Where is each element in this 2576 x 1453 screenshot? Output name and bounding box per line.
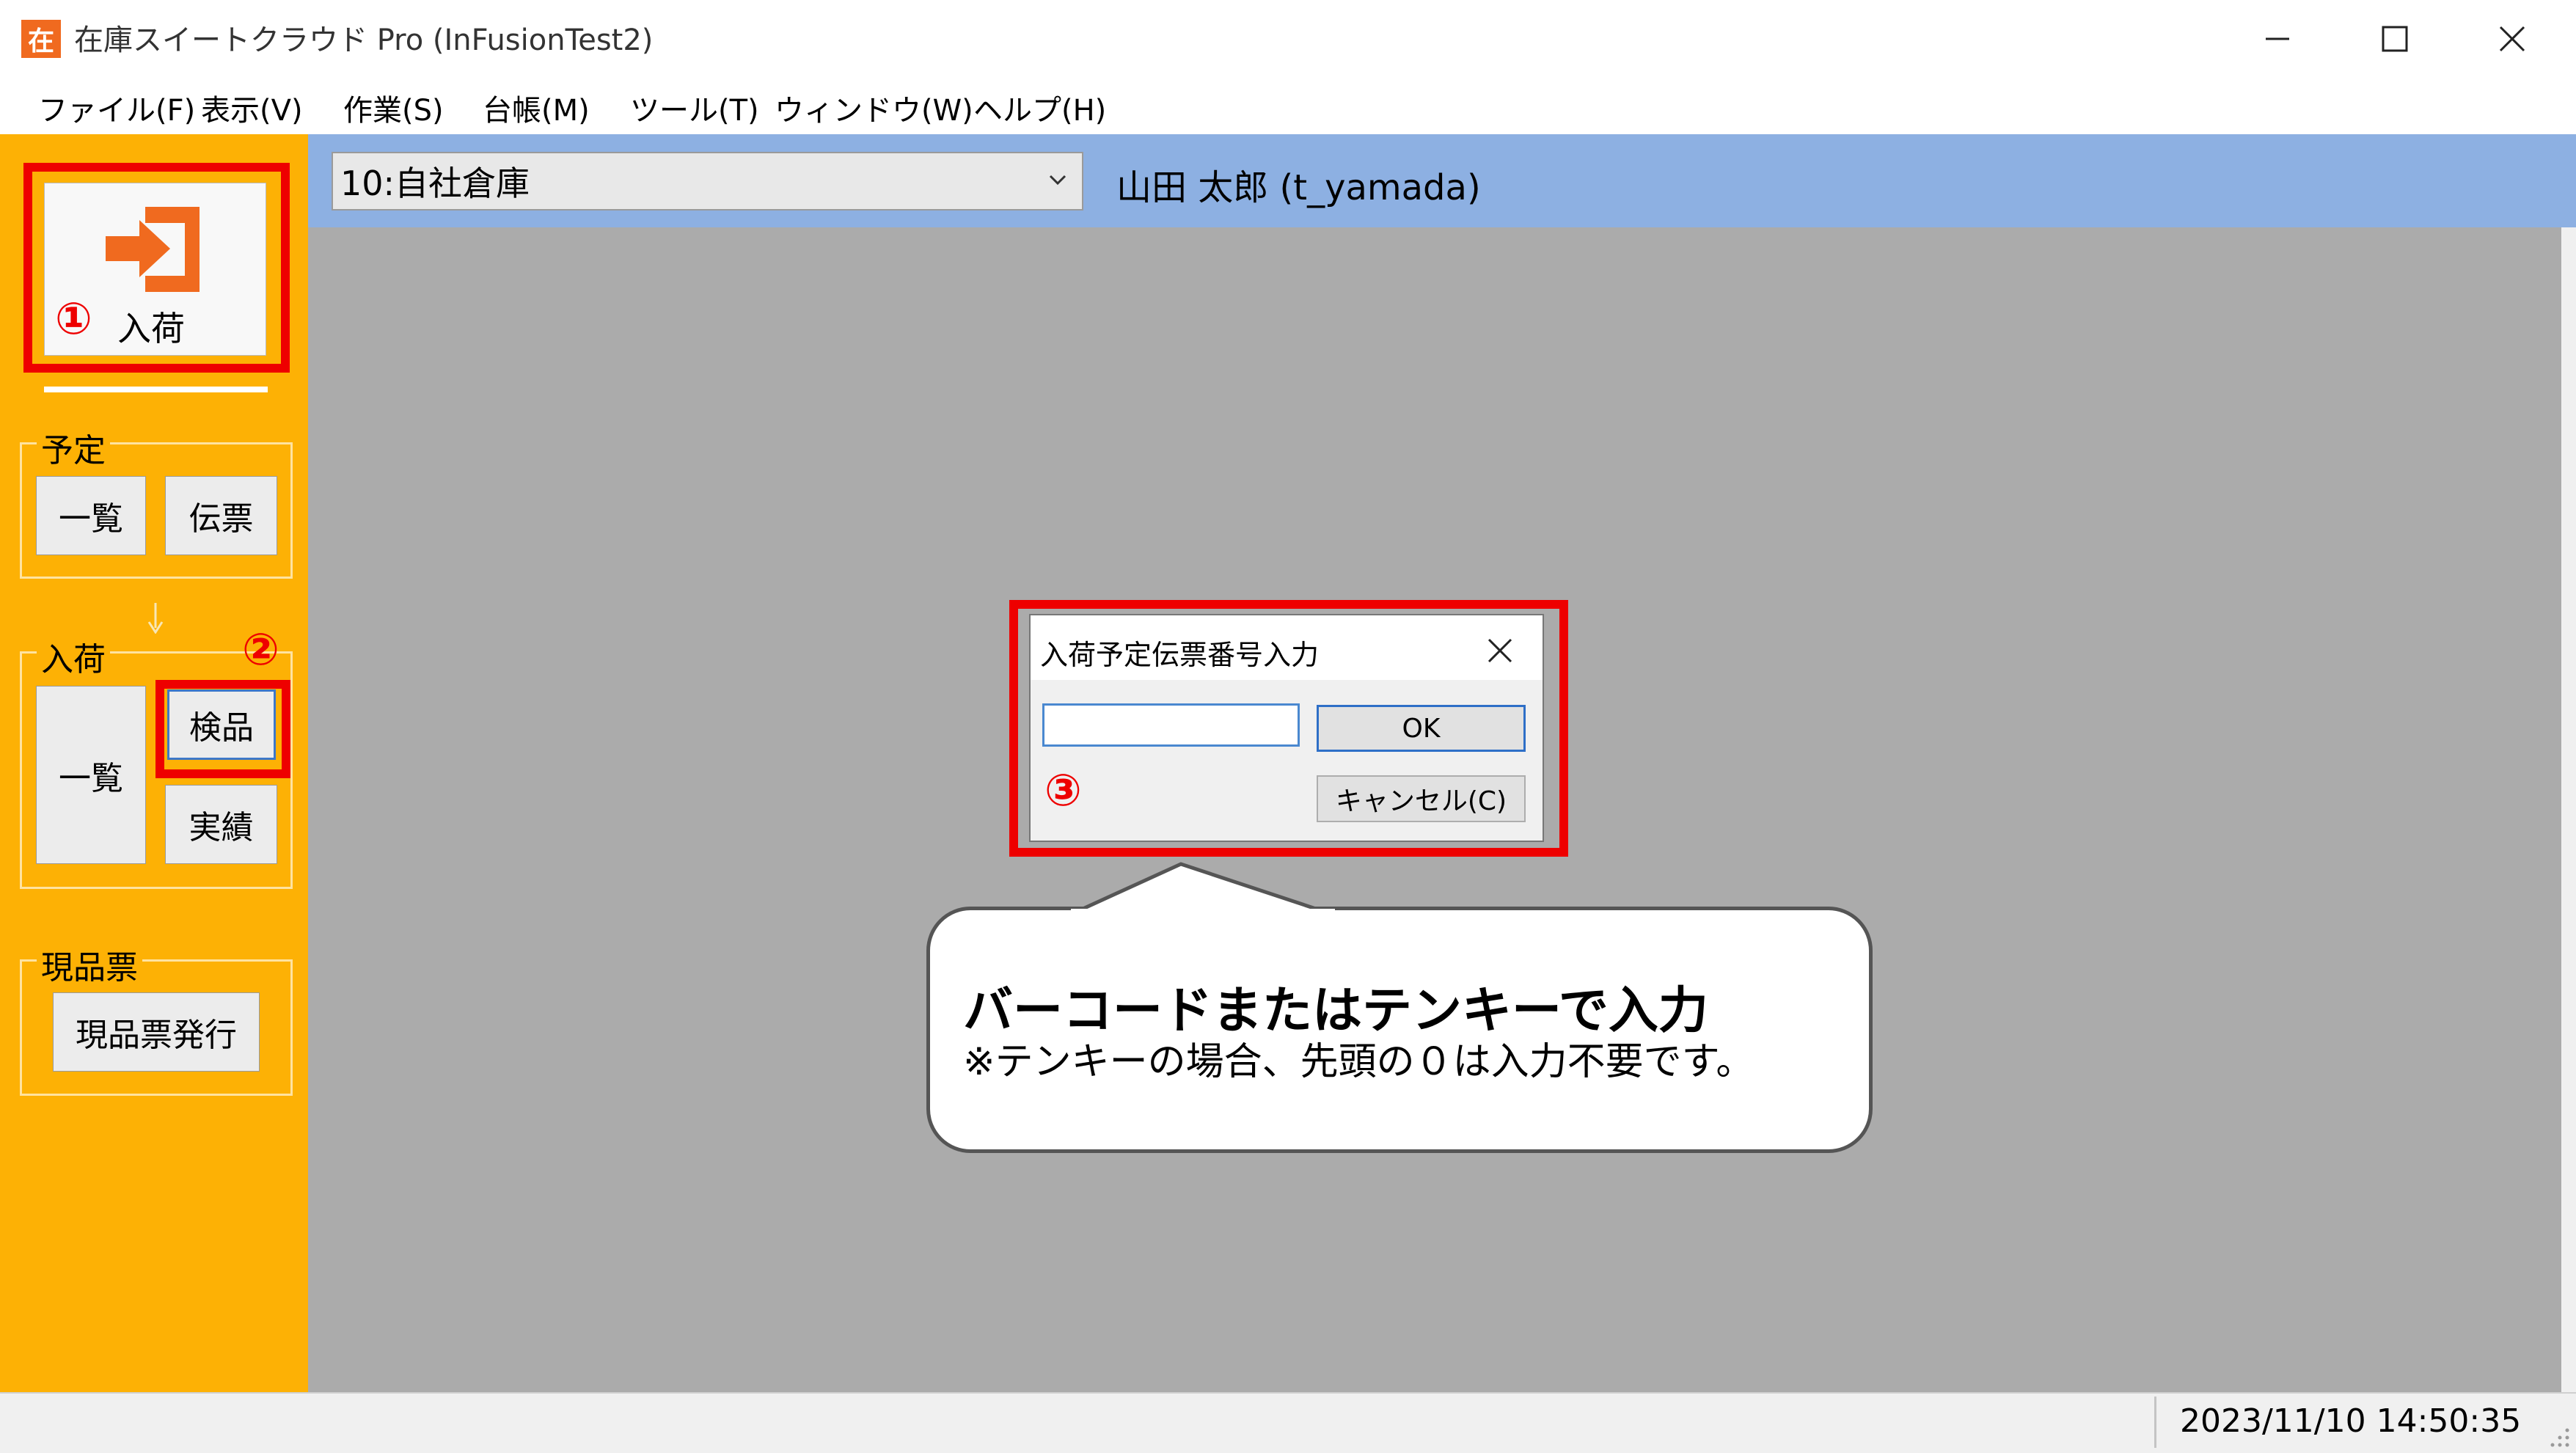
ticket-issue-button[interactable]: 現品票発行 bbox=[53, 992, 260, 1072]
schedule-list-button[interactable]: 一覧 bbox=[36, 476, 146, 555]
maximize-icon bbox=[2382, 26, 2408, 51]
close-icon bbox=[2499, 26, 2525, 51]
arrival-list-button[interactable]: 一覧 bbox=[36, 686, 146, 864]
annotation-frame-1 bbox=[23, 163, 290, 373]
close-button[interactable] bbox=[2454, 0, 2571, 77]
menu-work[interactable]: 作業(S) bbox=[343, 87, 444, 129]
annotation-frame-2 bbox=[155, 680, 290, 778]
schedule-slip-button[interactable]: 伝票 bbox=[165, 476, 277, 555]
resize-grip-icon[interactable] bbox=[2545, 1423, 2572, 1449]
window-title: 在庫スイートクラウド Pro (InFusionTest2) bbox=[74, 23, 654, 57]
marker-3: ③ bbox=[1044, 765, 1082, 816]
menu-view[interactable]: 表示(V) bbox=[201, 87, 303, 129]
arrival-group-label: 入荷 bbox=[37, 633, 110, 680]
warehouse-select[interactable]: 10:自社倉庫 bbox=[332, 152, 1083, 211]
menu-help[interactable]: ヘルプ(H) bbox=[973, 87, 1106, 129]
schedule-group-label: 予定 bbox=[37, 424, 110, 471]
maximize-button[interactable] bbox=[2336, 0, 2454, 77]
slip-number-input[interactable] bbox=[1042, 703, 1300, 747]
arrival-result-button[interactable]: 実績 bbox=[165, 785, 277, 864]
vertical-scrollbar[interactable] bbox=[2561, 227, 2576, 1392]
dialog-title: 入荷予定伝票番号入力 bbox=[1040, 639, 1320, 671]
minimize-icon bbox=[2266, 37, 2289, 40]
minimize-button[interactable] bbox=[2219, 0, 2336, 77]
dialog-ok-button[interactable]: OK bbox=[1317, 705, 1526, 752]
callout-note: ※テンキーの場合、先頭の０は入力不要です。 bbox=[963, 1040, 1754, 1084]
divider-line bbox=[44, 387, 268, 392]
chevron-down-icon bbox=[1049, 175, 1066, 186]
warehouse-select-value: 10:自社倉庫 bbox=[340, 164, 530, 203]
ticket-group-label: 現品票 bbox=[37, 941, 142, 988]
marker-2: ② bbox=[242, 624, 279, 676]
user-name: 山田 太郎 (t_yamada) bbox=[1116, 167, 1481, 208]
status-datetime: 2023/11/10 14:50:35 bbox=[2180, 1402, 2522, 1440]
callout-tail bbox=[1071, 862, 1335, 912]
status-divider bbox=[2154, 1397, 2156, 1448]
menu-tools[interactable]: ツール(T) bbox=[630, 87, 759, 129]
menu-ledger[interactable]: 台帳(M) bbox=[483, 87, 590, 129]
close-icon bbox=[1488, 638, 1512, 663]
menu-file[interactable]: ファイル(F) bbox=[38, 87, 195, 129]
flow-arrow-icon bbox=[147, 603, 164, 634]
dialog-close-button[interactable] bbox=[1482, 632, 1518, 669]
menu-window[interactable]: ウィンドウ(W) bbox=[775, 87, 973, 129]
app-icon: 在 bbox=[21, 20, 61, 58]
dialog-cancel-button[interactable]: キャンセル(C) bbox=[1317, 775, 1526, 822]
